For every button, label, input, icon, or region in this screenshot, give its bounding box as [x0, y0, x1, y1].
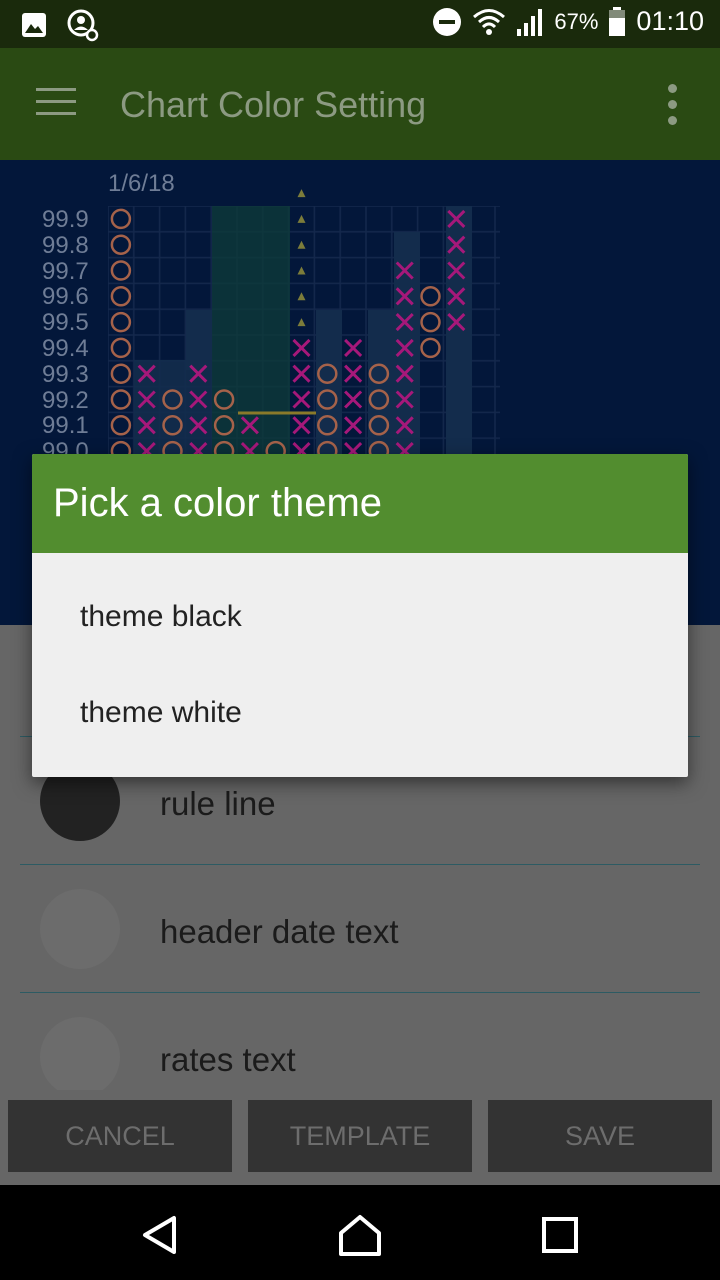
color-theme-dialog: Pick a color theme theme black theme whi…	[32, 454, 688, 777]
price-label: 99.3	[42, 360, 89, 388]
back-icon[interactable]	[138, 1213, 182, 1257]
setting-label: rates text	[160, 1041, 296, 1078]
save-button[interactable]: SAVE	[488, 1100, 712, 1172]
more-vert-icon[interactable]	[664, 84, 680, 128]
status-bar-left	[20, 8, 100, 42]
home-icon[interactable]	[338, 1213, 382, 1257]
image-icon	[22, 13, 46, 37]
clock: 01:10	[636, 6, 704, 36]
price-label: 99.1	[42, 412, 89, 440]
price-label: 99.7	[42, 257, 89, 285]
color-swatch[interactable]	[40, 1017, 120, 1097]
menu-icon[interactable]	[36, 88, 76, 118]
status-bar-right: 67% 01:10	[432, 6, 704, 37]
price-label: 99.9	[42, 206, 89, 233]
setting-label: rule line	[160, 785, 276, 822]
battery-percent: 67%	[554, 8, 599, 34]
recents-icon[interactable]	[538, 1213, 582, 1257]
dialog-title: Pick a color theme	[53, 481, 383, 525]
signal-icon	[517, 8, 543, 36]
app-bar: Chart Color Setting	[0, 48, 720, 160]
navigation-bar	[0, 1185, 720, 1280]
price-label: 99.2	[42, 386, 89, 414]
color-swatch[interactable]	[40, 889, 120, 969]
battery-icon	[609, 6, 626, 36]
theme-black-option[interactable]: theme black	[32, 569, 688, 665]
wifi-icon	[473, 8, 506, 35]
cancel-button[interactable]: CANCEL	[8, 1100, 232, 1172]
price-label: 99.8	[42, 231, 89, 259]
chart-date-label: 1/6/18	[108, 170, 175, 197]
price-label: 99.4	[42, 335, 89, 362]
price-label: 99.6	[42, 283, 89, 311]
dialog-header: Pick a color theme	[32, 454, 688, 553]
price-label: 99.5	[42, 309, 89, 337]
status-bar: 67% 01:10	[0, 0, 720, 48]
page-title: Chart Color Setting	[120, 84, 427, 125]
theme-white-option[interactable]: theme white	[32, 665, 688, 761]
setting-label: header date text	[160, 913, 399, 950]
setting-row-header-date-text[interactable]: header date text	[20, 865, 700, 993]
template-button[interactable]: TEMPLATE	[248, 1100, 472, 1172]
do-not-disturb-icon	[433, 7, 462, 36]
trend-marker	[297, 189, 306, 198]
settings-sync-icon	[67, 9, 99, 42]
